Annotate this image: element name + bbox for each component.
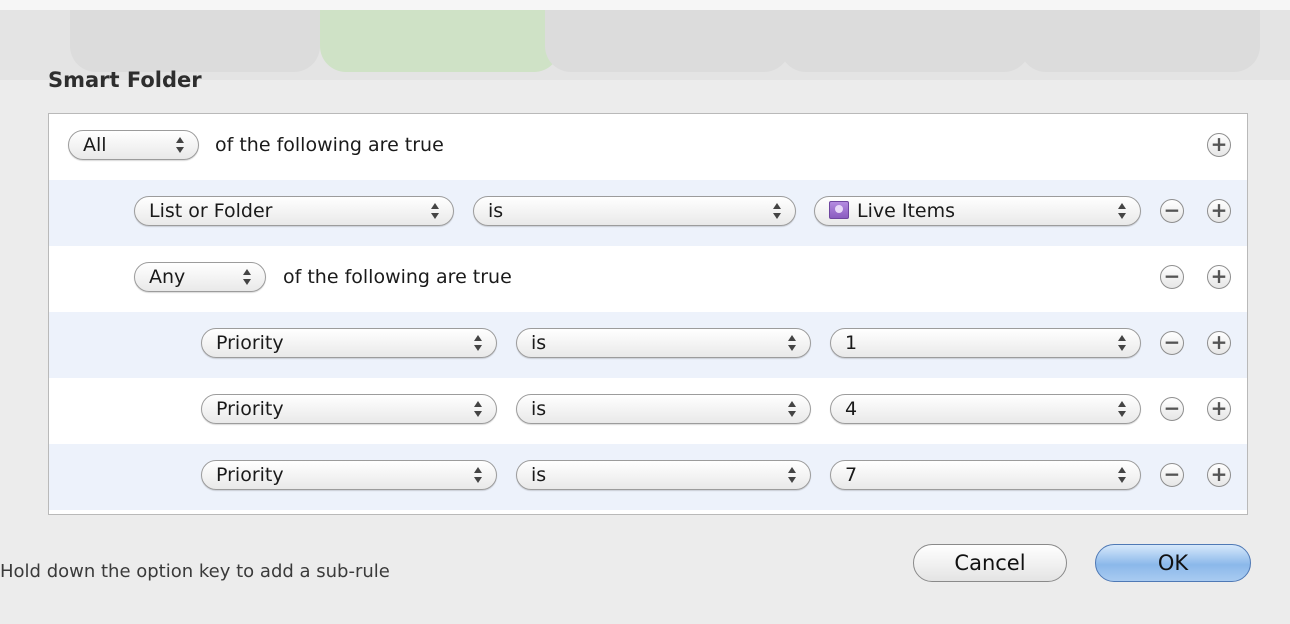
value-popup[interactable]: 4 [830, 394, 1141, 424]
field-popup-label: List or Folder [149, 200, 273, 222]
field-popup[interactable]: Priority [201, 394, 497, 424]
add-rule-button[interactable]: + [1207, 397, 1231, 421]
add-rule-button[interactable]: + [1207, 331, 1231, 355]
plus-icon: + [1210, 330, 1228, 354]
updown-arrows-icon [470, 464, 486, 486]
plus-icon: + [1210, 462, 1228, 486]
operator-popup-label: is [488, 200, 504, 222]
minus-icon: − [1163, 330, 1181, 354]
updown-arrows-icon [1114, 200, 1130, 222]
value-popup-label: 1 [845, 332, 858, 354]
add-rule-button[interactable]: + [1207, 133, 1231, 157]
field-popup-label: Priority [216, 464, 284, 486]
operator-popup-label: is [531, 398, 547, 420]
match-popup-all[interactable]: All [68, 130, 199, 160]
add-rule-button[interactable]: + [1207, 463, 1231, 487]
updown-arrows-icon [769, 200, 785, 222]
minus-icon: − [1163, 396, 1181, 420]
updown-arrows-icon [1114, 332, 1130, 354]
match-popup-label: All [83, 134, 107, 156]
plus-icon: + [1210, 132, 1228, 156]
remove-rule-button[interactable]: − [1160, 331, 1184, 355]
updown-arrows-icon [239, 266, 255, 288]
value-popup[interactable]: Live Items [814, 196, 1141, 226]
operator-popup[interactable]: is [516, 394, 811, 424]
operator-popup-label: is [531, 464, 547, 486]
ok-button[interactable]: OK [1095, 544, 1251, 582]
add-rule-button[interactable]: + [1207, 199, 1231, 223]
value-popup[interactable]: 7 [830, 460, 1141, 490]
match-popup-label: Any [149, 266, 186, 288]
dialog-title: Smart Folder [48, 68, 202, 92]
rule-row-group: Any of the following are true − + [49, 246, 1247, 312]
value-popup-label: 4 [845, 398, 858, 420]
criteria-text: of the following are true [283, 266, 512, 288]
updown-arrows-icon [784, 464, 800, 486]
add-rule-button[interactable]: + [1207, 265, 1231, 289]
plus-icon: + [1210, 264, 1228, 288]
criteria-text: of the following are true [215, 134, 444, 156]
operator-popup-label: is [531, 332, 547, 354]
value-popup-label: 7 [845, 464, 858, 486]
operator-popup[interactable]: is [516, 460, 811, 490]
minus-icon: − [1163, 264, 1181, 288]
remove-rule-button[interactable]: − [1160, 199, 1184, 223]
plus-icon: + [1210, 396, 1228, 420]
updown-arrows-icon [1114, 464, 1130, 486]
updown-arrows-icon [427, 200, 443, 222]
updown-arrows-icon [172, 134, 188, 156]
field-popup-label: Priority [216, 332, 284, 354]
rule-row-priority: Priority is 4 − + [49, 378, 1247, 444]
sub-rule-hint: Hold down the option key to add a sub-ru… [0, 561, 390, 582]
cancel-button[interactable]: Cancel [913, 544, 1067, 582]
field-popup-label: Priority [216, 398, 284, 420]
field-popup[interactable]: Priority [201, 328, 497, 358]
updown-arrows-icon [1114, 398, 1130, 420]
rule-editor: All of the following are true + List or … [48, 113, 1248, 515]
rule-row-top: All of the following are true + [49, 114, 1247, 180]
field-popup[interactable]: List or Folder [134, 196, 454, 226]
minus-icon: − [1163, 462, 1181, 486]
rule-row-priority: Priority is 7 − + [49, 444, 1247, 510]
minus-icon: − [1163, 198, 1181, 222]
updown-arrows-icon [784, 332, 800, 354]
remove-rule-button[interactable]: − [1160, 397, 1184, 421]
rule-row-priority: Priority is 1 − + [49, 312, 1247, 378]
updown-arrows-icon [470, 332, 486, 354]
value-popup-label: Live Items [857, 200, 955, 222]
updown-arrows-icon [784, 398, 800, 420]
smart-folder-icon [829, 201, 849, 219]
match-popup-any[interactable]: Any [134, 262, 266, 292]
remove-rule-button[interactable]: − [1160, 463, 1184, 487]
field-popup[interactable]: Priority [201, 460, 497, 490]
plus-icon: + [1210, 198, 1228, 222]
rule-row-list: List or Folder is Live Items − + [49, 180, 1247, 246]
operator-popup[interactable]: is [516, 328, 811, 358]
updown-arrows-icon [470, 398, 486, 420]
operator-popup[interactable]: is [473, 196, 796, 226]
value-popup[interactable]: 1 [830, 328, 1141, 358]
remove-rule-button[interactable]: − [1160, 265, 1184, 289]
